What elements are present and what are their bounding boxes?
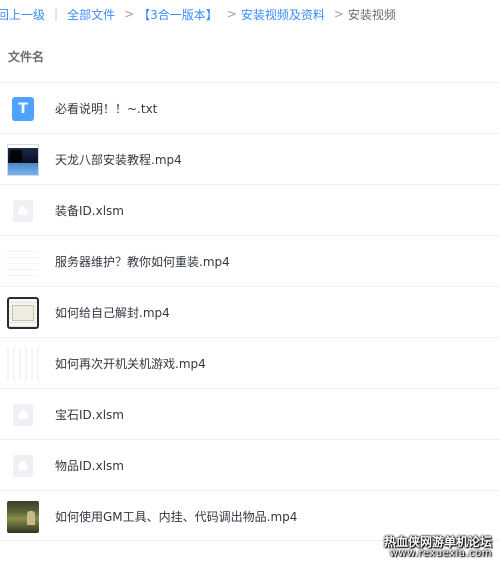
- file-name[interactable]: 如何再次开机关机游戏.mp4: [55, 355, 206, 372]
- breadcrumb-item-install-materials[interactable]: 安装视频及资料: [241, 6, 325, 23]
- file-row[interactable]: 服务器维护？教你如何重装.mp4: [0, 235, 500, 286]
- back-link[interactable]: 回上一级: [0, 6, 45, 23]
- txt-file-icon: T: [12, 97, 34, 121]
- file-row[interactable]: 装备ID.xlsm: [0, 184, 500, 235]
- file-row[interactable]: 物品ID.xlsm: [0, 439, 500, 490]
- chevron-right-icon: >: [333, 7, 344, 21]
- video-thumbnail: [7, 144, 39, 176]
- watermark-title: 热血侠网游单机论坛: [383, 535, 492, 549]
- file-name[interactable]: 必看说明！！~.txt: [55, 100, 157, 117]
- video-thumbnail: [7, 246, 39, 278]
- generic-file-icon: [13, 404, 33, 426]
- video-thumbnail: [7, 297, 39, 329]
- generic-file-icon: [13, 200, 33, 222]
- file-row[interactable]: 宝石ID.xlsm: [0, 388, 500, 439]
- file-name[interactable]: 如何使用GM工具、内挂、代码调出物品.mp4: [55, 508, 297, 525]
- file-name[interactable]: 服务器维护？教你如何重装.mp4: [55, 253, 230, 270]
- watermark-url: www.rexuexia.com: [389, 548, 492, 559]
- file-name[interactable]: 天龙八部安装教程.mp4: [55, 151, 182, 168]
- chevron-right-icon: >: [124, 7, 135, 21]
- file-row[interactable]: T 必看说明！！~.txt: [0, 82, 500, 133]
- column-header-filename[interactable]: 文件名: [8, 48, 44, 65]
- file-list: T 必看说明！！~.txt 天龙八部安装教程.mp4 装备ID.xlsm 服务器…: [0, 82, 500, 541]
- file-name[interactable]: 物品ID.xlsm: [55, 457, 124, 474]
- file-name[interactable]: 装备ID.xlsm: [55, 202, 124, 219]
- all-files-link[interactable]: 全部文件: [67, 6, 115, 23]
- file-row[interactable]: 如何使用GM工具、内挂、代码调出物品.mp4: [0, 490, 500, 541]
- breadcrumb-current: 安装视频: [347, 7, 396, 22]
- file-row[interactable]: 如何再次开机关机游戏.mp4: [0, 337, 500, 388]
- file-row[interactable]: 如何给自己解封.mp4: [0, 286, 500, 337]
- file-name[interactable]: 如何给自己解封.mp4: [55, 304, 170, 321]
- chevron-right-icon: >: [226, 7, 237, 21]
- breadcrumb-item-3in1[interactable]: 【3合一版本】: [138, 6, 218, 23]
- breadcrumb-separator: |: [54, 7, 59, 21]
- watermark: 热血侠网游单机论坛 www.rexuexia.com: [384, 536, 492, 560]
- video-thumbnail: [7, 348, 39, 380]
- file-browser-page: 回上一级 | 全部文件 > 【3合一版本】 > 安装视频及资料 > 安装视频 文…: [0, 0, 500, 568]
- video-thumbnail: [7, 501, 39, 533]
- breadcrumb: 回上一级 | 全部文件 > 【3合一版本】 > 安装视频及资料 > 安装视频: [0, 0, 500, 28]
- file-row[interactable]: 天龙八部安装教程.mp4: [0, 133, 500, 184]
- generic-file-icon: [13, 455, 33, 477]
- file-name[interactable]: 宝石ID.xlsm: [55, 406, 124, 423]
